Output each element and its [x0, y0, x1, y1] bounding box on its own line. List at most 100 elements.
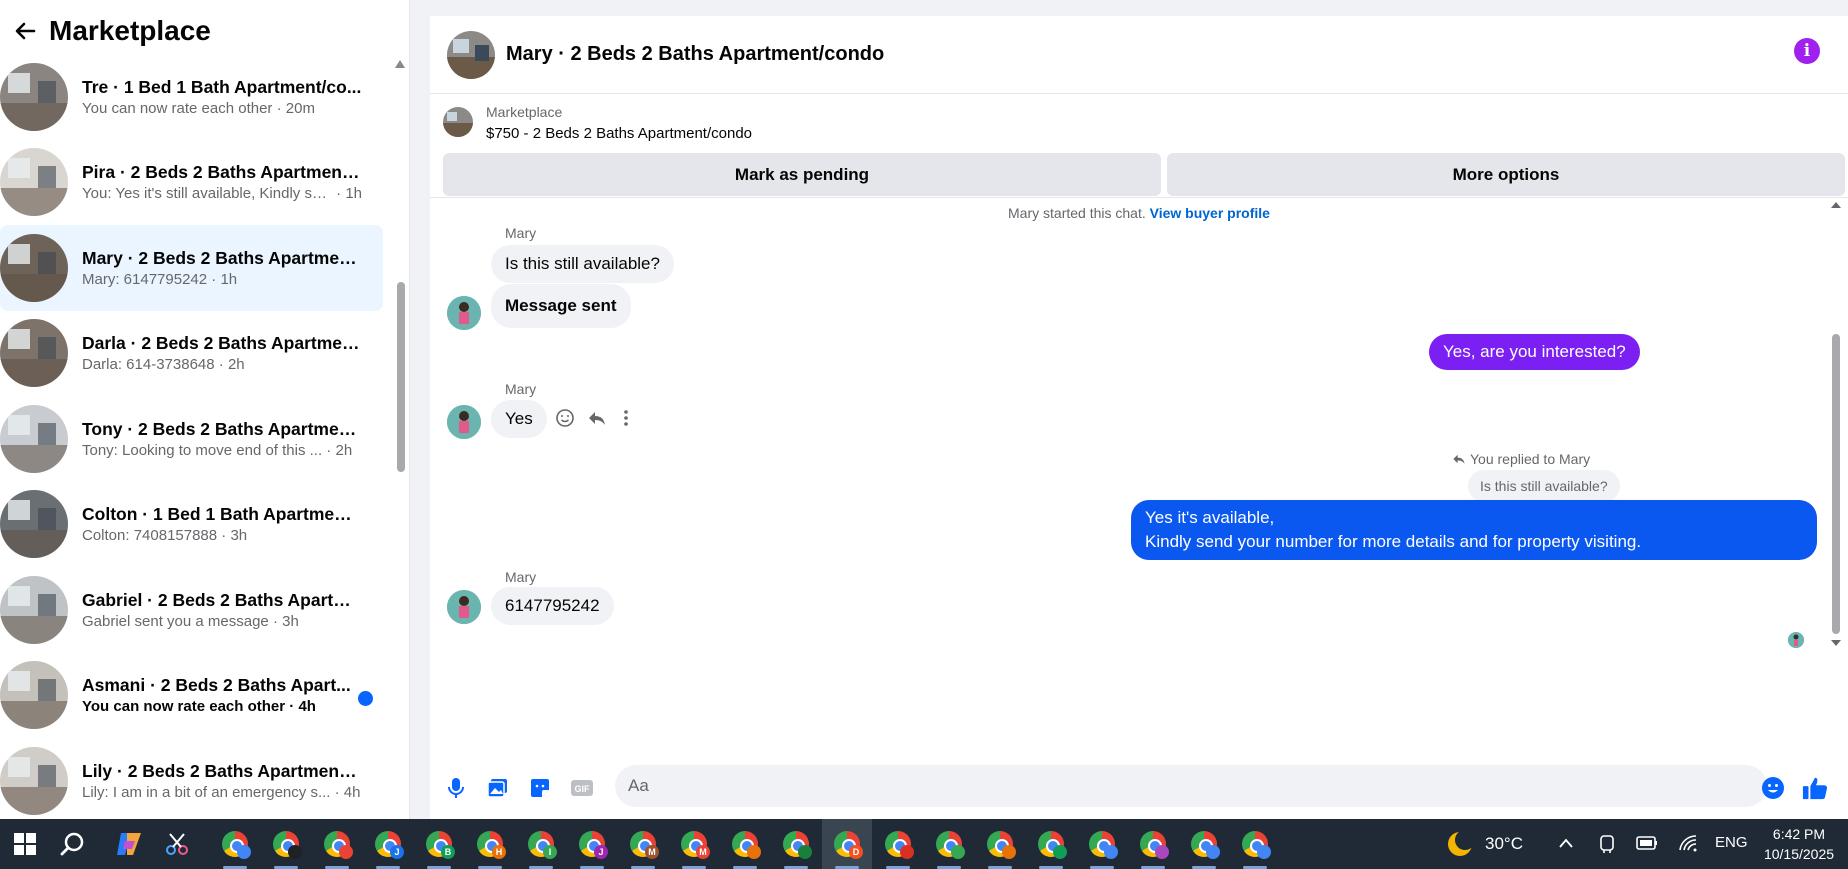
- preview-text: You: Yes it's still available, Kindly se…: [82, 185, 332, 203]
- mary-avatar[interactable]: [447, 296, 481, 330]
- weather-temperature[interactable]: 30°C: [1485, 834, 1523, 854]
- listing-photo[interactable]: [0, 575, 68, 644]
- listing-photo[interactable]: [0, 661, 68, 730]
- chrome-profile-button[interactable]: I: [516, 819, 566, 869]
- chrome-profile-button[interactable]: [924, 819, 974, 869]
- listing-photo[interactable]: [0, 319, 68, 388]
- conversation-item[interactable]: Colton · 1 Bed 1 Bath Apartment... Colton…: [0, 482, 383, 568]
- listing-photo[interactable]: [0, 148, 68, 217]
- preview-text: Gabriel sent you a message: [82, 612, 269, 630]
- conversation-preview: You: Yes it's still available, Kindly se…: [82, 184, 362, 204]
- message-input[interactable]: [615, 765, 1767, 807]
- sticker-icon[interactable]: [527, 775, 553, 801]
- react-emoji-icon[interactable]: [555, 408, 575, 428]
- preview-separator: ·: [330, 783, 344, 801]
- message-actions: [555, 408, 633, 428]
- conversation-item[interactable]: Tony · 2 Beds 2 Baths Apartmen... Tony: L…: [0, 396, 383, 482]
- conversation-item[interactable]: Asmani · 2 Beds 2 Baths Apart... You can …: [0, 653, 383, 739]
- message-scrollbar[interactable]: [1830, 200, 1842, 745]
- chrome-profile-button[interactable]: [1128, 819, 1178, 869]
- chrome-profile-button[interactable]: M: [669, 819, 719, 869]
- mary-avatar[interactable]: [447, 590, 481, 624]
- mary-avatar[interactable]: [447, 405, 481, 439]
- message-bubble-in[interactable]: Yes: [491, 400, 547, 438]
- back-button[interactable]: [8, 14, 42, 48]
- scroll-up-icon[interactable]: [395, 60, 405, 68]
- conversation-item[interactable]: Tre · 1 Bed 1 Bath Apartment/co... You ca…: [0, 54, 383, 140]
- scroll-up-icon[interactable]: [1830, 200, 1842, 210]
- message-bubble-in[interactable]: Is this still available?: [491, 245, 674, 283]
- gif-icon[interactable]: GIF: [569, 775, 595, 801]
- chrome-profile-button[interactable]: [261, 819, 311, 869]
- clock[interactable]: 6:42 PM 10/15/2025: [1760, 824, 1838, 864]
- chrome-profile-button[interactable]: [1026, 819, 1076, 869]
- more-options-button[interactable]: More options: [1167, 153, 1845, 196]
- language-indicator[interactable]: ENG: [1715, 834, 1748, 851]
- chrome-profile-button[interactable]: J: [567, 819, 617, 869]
- listing-photo[interactable]: [0, 404, 68, 473]
- copilot-button[interactable]: [104, 819, 154, 869]
- battery-icon[interactable]: [1636, 836, 1658, 850]
- scrollbar-thumb[interactable]: [1832, 334, 1840, 634]
- chrome-profile-button[interactable]: [1077, 819, 1127, 869]
- view-buyer-profile-link[interactable]: View buyer profile: [1150, 205, 1270, 221]
- conversation-item[interactable]: Lily · 2 Beds 2 Baths Apartment/... Lily:…: [0, 738, 383, 819]
- chrome-profile-button[interactable]: D: [822, 819, 872, 869]
- preview-separator: ·: [214, 356, 228, 374]
- chrome-profile-button[interactable]: J: [363, 819, 413, 869]
- wifi-icon[interactable]: [1678, 834, 1698, 852]
- microphone-icon[interactable]: [443, 775, 469, 801]
- message-bubble-in[interactable]: 6147795242: [491, 587, 614, 625]
- like-thumbs-up-icon[interactable]: [1802, 775, 1828, 801]
- conversation-preview: Mary: 6147795242 · 1h: [82, 270, 362, 290]
- conversation-item[interactable]: Mary · 2 Beds 2 Baths Apartmen... Mary: 6…: [0, 225, 383, 311]
- conversation-item[interactable]: Pirа · 2 Beds 2 Baths Apartment... You: Y…: [0, 140, 383, 226]
- listing-photo[interactable]: [0, 62, 68, 131]
- photo-icon[interactable]: [485, 775, 511, 801]
- chrome-profile-button[interactable]: [873, 819, 923, 869]
- listing-thumbnail[interactable]: [443, 107, 473, 137]
- chrome-profile-button[interactable]: M: [618, 819, 668, 869]
- listing-photo[interactable]: [0, 233, 68, 302]
- profile-badge: I: [543, 845, 557, 859]
- reply-icon[interactable]: [587, 408, 607, 428]
- weather-moon-icon[interactable]: [1445, 829, 1475, 859]
- info-icon[interactable]: i: [1794, 38, 1820, 64]
- search-button[interactable]: [48, 819, 98, 869]
- chrome-profile-button[interactable]: B: [414, 819, 464, 869]
- message-bubble-out[interactable]: Yes it's available, Kindly send your num…: [1131, 500, 1817, 560]
- quoted-message[interactable]: Is this still available?: [1468, 470, 1620, 502]
- start-button[interactable]: [0, 819, 50, 869]
- chat-title[interactable]: Mary · 2 Beds 2 Baths Apartment/condo: [506, 43, 884, 66]
- sidebar-scrollbar[interactable]: [395, 54, 407, 814]
- conversation-item[interactable]: Darla · 2 Beds 2 Baths Apartmen... Darla:…: [0, 311, 383, 397]
- message-bubble-out[interactable]: Yes, are you interested?: [1429, 334, 1640, 370]
- sidebar-title: Marketplace: [49, 15, 211, 46]
- listing-title[interactable]: $750 - 2 Beds 2 Baths Apartment/condo: [486, 125, 752, 142]
- chrome-profile-button[interactable]: [1179, 819, 1229, 869]
- snipping-tool-button[interactable]: [152, 819, 202, 869]
- more-actions-icon[interactable]: [619, 408, 633, 428]
- chevron-up-icon[interactable]: [1558, 837, 1574, 849]
- preview-time: 1h: [345, 185, 362, 203]
- scroll-down-icon[interactable]: [1830, 638, 1842, 648]
- chrome-profile-button[interactable]: [210, 819, 260, 869]
- chrome-profile-button[interactable]: [720, 819, 770, 869]
- mark-pending-button[interactable]: Mark as pending: [443, 153, 1161, 196]
- chrome-profile-button[interactable]: [975, 819, 1025, 869]
- chrome-profile-button[interactable]: [312, 819, 362, 869]
- scrollbar-thumb[interactable]: [397, 282, 405, 472]
- conversation-item[interactable]: Gabriel · 2 Beds 2 Baths Apartm... Gabrie…: [0, 567, 383, 653]
- chrome-profile-button[interactable]: [771, 819, 821, 869]
- conversation-title: Colton · 1 Bed 1 Bath Apartment...: [82, 504, 362, 525]
- svg-text:GIF: GIF: [575, 784, 591, 794]
- message-bubble-in[interactable]: Message sent: [491, 284, 631, 328]
- listing-avatar[interactable]: [447, 30, 495, 79]
- emoji-icon[interactable]: [1760, 775, 1786, 801]
- listing-photo[interactable]: [0, 746, 68, 815]
- meet-now-icon[interactable]: [1598, 834, 1616, 854]
- profile-badge: [339, 845, 353, 859]
- chrome-profile-button[interactable]: H: [465, 819, 515, 869]
- listing-photo[interactable]: [0, 490, 68, 559]
- chrome-profile-button[interactable]: [1230, 819, 1280, 869]
